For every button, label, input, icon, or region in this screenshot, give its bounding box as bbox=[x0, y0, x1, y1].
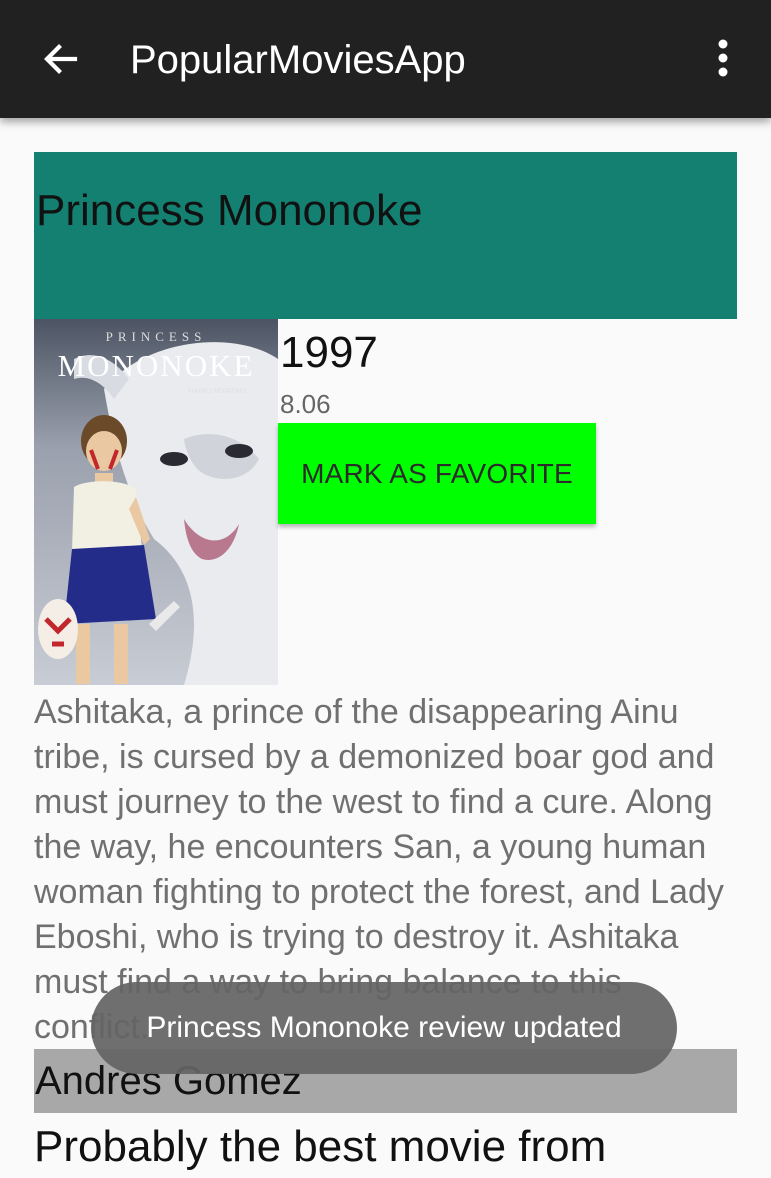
review-content: Probably the best movie from bbox=[34, 1122, 607, 1171]
overflow-menu-button[interactable] bbox=[692, 21, 754, 97]
app-title: PopularMoviesApp bbox=[130, 38, 466, 82]
movie-title: Princess Mononoke bbox=[36, 186, 423, 235]
poster-brand-top: PRINCESS bbox=[106, 329, 207, 344]
release-year: 1997 bbox=[280, 328, 378, 377]
arrow-back-icon bbox=[44, 44, 78, 74]
poster-brand-main: MONONOKE bbox=[58, 348, 255, 383]
poster-credit: HAYAO MIYAZAKI bbox=[188, 388, 246, 395]
back-button[interactable] bbox=[22, 21, 98, 97]
movie-title-bar: Princess Mononoke bbox=[34, 152, 737, 319]
vote-average: 8.06 bbox=[280, 389, 331, 419]
toast-message: Princess Mononoke review updated bbox=[91, 982, 677, 1074]
mark-as-favorite-button[interactable]: MARK AS FAVORITE bbox=[278, 423, 596, 524]
app-bar: PopularMoviesApp bbox=[0, 0, 771, 118]
movie-poster[interactable]: PRINCESS MONONOKE HAYAO MIYAZAKI bbox=[34, 319, 278, 685]
more-vert-icon bbox=[718, 39, 728, 77]
